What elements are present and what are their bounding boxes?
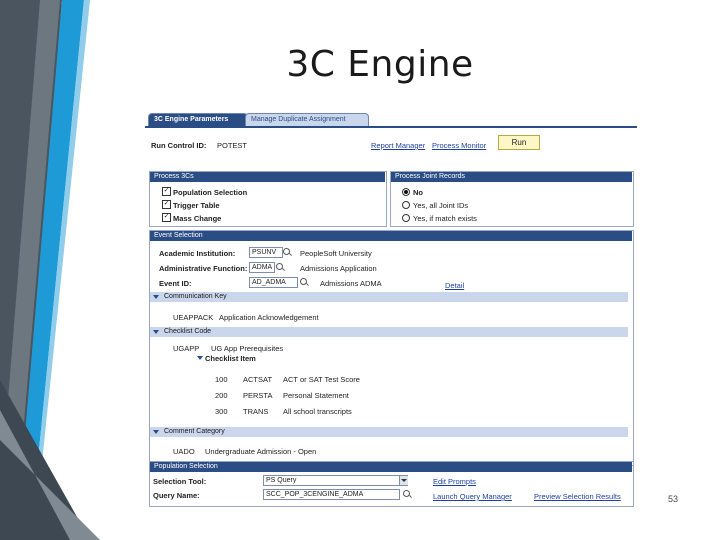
checklist-code-value: UGAPP — [173, 344, 200, 353]
query-name-input[interactable]: SCC_POP_3CENGINE_ADMA — [263, 489, 400, 500]
checklist-item-description: ACT or SAT Test Score — [283, 375, 360, 384]
peoplesoft-screenshot: 3C Engine Parameters Manage Duplicate As… — [145, 110, 637, 508]
slide-title: 3C Engine — [286, 44, 474, 85]
joint-no-radio[interactable] — [402, 188, 410, 196]
mass-change-checkbox[interactable]: ✓ — [162, 213, 171, 222]
query-name-label: Query Name: — [153, 491, 200, 500]
tab-manage-duplicate-assignment[interactable]: Manage Duplicate Assignment — [245, 113, 369, 126]
launch-query-manager-link[interactable]: Launch Query Manager — [433, 492, 512, 501]
collapse-triangle-icon[interactable] — [153, 330, 159, 334]
joint-all-radio[interactable] — [402, 201, 410, 209]
population-selection-header: Population Selection — [150, 462, 632, 472]
report-manager-link[interactable]: Report Manager — [371, 141, 425, 150]
comment-category-label: Comment Category — [164, 428, 225, 435]
event-id-label: Event ID: — [159, 279, 192, 288]
checklist-item-code: PERSTA — [243, 391, 273, 400]
run-control-label: Run Control ID: — [151, 141, 207, 150]
communication-key-description: Application Acknowledgement — [219, 313, 319, 322]
joint-all-label: Yes, all Joint IDs — [413, 201, 469, 210]
query-name-lookup-icon[interactable] — [403, 490, 410, 497]
institution-lookup-icon[interactable] — [283, 248, 290, 255]
trigger-table-label: Trigger Table — [173, 201, 220, 210]
checklist-item-seq: 100 — [215, 375, 228, 384]
detail-link[interactable]: Detail — [445, 281, 464, 290]
checklist-item-code: ACTSAT — [243, 375, 273, 384]
mass-change-label: Mass Change — [173, 214, 222, 223]
trigger-table-checkbox[interactable]: ✓ — [162, 200, 171, 209]
comment-category-description: Undergraduate Admission - Open — [205, 447, 317, 456]
checklist-code-header[interactable]: Checklist Code — [150, 327, 628, 337]
run-control-value: POTEST — [217, 141, 248, 150]
communication-key-header[interactable]: Communication Key — [150, 292, 628, 302]
edit-prompts-link[interactable]: Edit Prompts — [433, 477, 476, 486]
event-selection-header: Event Selection — [150, 231, 632, 241]
admin-function-lookup-icon[interactable] — [276, 263, 283, 270]
communication-key-value: UEAPPACK — [173, 313, 214, 322]
population-selection-label: Population Selection — [173, 188, 248, 197]
admin-function-label: Administrative Function: — [159, 264, 248, 273]
checklist-code-label: Checklist Code — [164, 328, 212, 335]
collapse-triangle-icon[interactable] — [153, 430, 159, 434]
checklist-item-description: All school transcripts — [283, 407, 352, 416]
joint-match-label: Yes, if match exists — [413, 214, 477, 223]
run-button[interactable]: Run — [498, 135, 540, 150]
comment-category-header[interactable]: Comment Category — [150, 427, 628, 437]
institution-label: Academic Institution: — [159, 249, 236, 258]
population-selection-checkbox[interactable]: ✓ — [162, 187, 171, 196]
admin-function-description: Admissions Application — [300, 264, 377, 273]
page-number: 53 — [668, 494, 679, 504]
event-id-description: Admissions ADMA — [320, 279, 382, 288]
event-id-lookup-icon[interactable] — [300, 278, 307, 285]
event-id-input[interactable]: AD_ADMA — [249, 277, 298, 288]
joint-match-radio[interactable] — [402, 214, 410, 222]
tab-3c-engine-parameters[interactable]: 3C Engine Parameters — [148, 113, 248, 126]
collapse-triangle-icon[interactable] — [197, 356, 203, 360]
communication-key-label: Communication Key — [164, 293, 227, 300]
comment-category-value: UADO — [173, 447, 195, 456]
checklist-item-seq: 200 — [215, 391, 228, 400]
admin-function-input[interactable]: ADMA — [249, 262, 275, 273]
institution-input[interactable]: PSUNV — [249, 247, 283, 258]
process-monitor-link[interactable]: Process Monitor — [432, 141, 486, 150]
checklist-item-description: Personal Statement — [283, 391, 349, 400]
institution-description: PeopleSoft University — [300, 249, 372, 258]
checklist-item-header: Checklist Item — [205, 354, 256, 363]
checklist-code-description: UG App Prerequisites — [211, 344, 284, 353]
tab-strip: 3C Engine Parameters Manage Duplicate As… — [145, 113, 637, 128]
collapse-triangle-icon[interactable] — [153, 295, 159, 299]
selection-tool-select[interactable]: PS Query — [263, 475, 408, 486]
checklist-item-code: TRANS — [243, 407, 269, 416]
dropdown-arrow-icon[interactable] — [399, 476, 408, 485]
joint-no-label: No — [413, 188, 423, 197]
joint-records-header: Process Joint Records — [391, 172, 632, 182]
checklist-item-seq: 300 — [215, 407, 228, 416]
selection-tool-label: Selection Tool: — [153, 477, 207, 486]
preview-selection-results-link[interactable]: Preview Selection Results — [534, 492, 621, 501]
process-3cs-header: Process 3Cs — [150, 172, 385, 182]
selection-tool-value: PS Query — [266, 477, 297, 484]
